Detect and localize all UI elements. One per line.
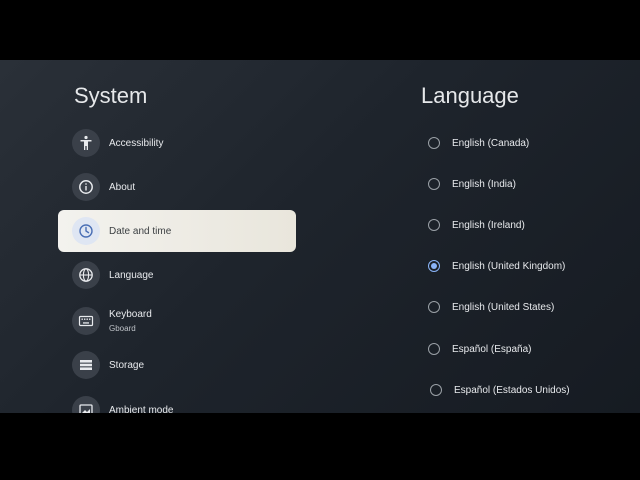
menu-item-label: Keyboard <box>109 309 152 320</box>
language-option[interactable]: English (Canada) <box>428 133 529 153</box>
menu-item-date-and-time[interactable]: Date and time <box>58 210 296 252</box>
language-option-label: English (India) <box>452 178 516 190</box>
menu-item-label: Date and time <box>109 225 172 237</box>
language-option-label: English (United Kingdom) <box>452 260 566 272</box>
radio-button[interactable] <box>430 384 442 396</box>
language-option-label: English (Canada) <box>452 137 530 149</box>
info-icon <box>72 173 100 201</box>
language-option[interactable]: Español (España) <box>428 339 532 359</box>
globe-icon <box>72 261 100 289</box>
language-option-label: English (United States) <box>452 301 555 313</box>
menu-item-keyboard[interactable]: Keyboard Gboard <box>58 300 296 342</box>
radio-button[interactable] <box>428 301 440 313</box>
menu-item-language[interactable]: Language <box>58 254 296 296</box>
menu-item-storage[interactable]: Storage <box>58 344 296 386</box>
language-option-selected[interactable]: English (United Kingdom) <box>428 256 565 276</box>
radio-button[interactable] <box>428 137 440 149</box>
ambient-mode-icon <box>72 396 100 413</box>
menu-item-label: Language <box>109 269 154 281</box>
language-option-label: English (Ireland) <box>452 219 525 231</box>
storage-icon <box>72 351 100 379</box>
radio-button[interactable] <box>428 219 440 231</box>
menu-item-about[interactable]: About <box>58 166 296 208</box>
radio-button[interactable] <box>428 343 440 355</box>
radio-button-checked[interactable] <box>428 260 440 272</box>
language-option-label: Español (España) <box>452 343 532 355</box>
keyboard-icon <box>72 307 100 335</box>
menu-item-label: Ambient mode <box>109 404 174 414</box>
menu-item-ambient-mode[interactable]: Ambient mode <box>58 389 296 413</box>
menu-item-label: Storage <box>109 359 145 371</box>
language-option[interactable]: English (United States) <box>428 297 554 317</box>
language-title: Language <box>421 83 519 108</box>
language-option[interactable]: Español (Estados Unidos) <box>430 380 570 400</box>
system-title: System <box>74 83 148 108</box>
menu-item-sublabel: Gboard <box>109 324 136 333</box>
tv-settings-screen: System Accessibility About Date and time… <box>0 60 640 413</box>
language-option[interactable]: English (India) <box>428 174 516 194</box>
language-option[interactable]: English (Ireland) <box>428 215 525 235</box>
menu-item-label: About <box>109 181 136 193</box>
accessibility-icon <box>72 129 100 157</box>
menu-item-accessibility[interactable]: Accessibility <box>58 122 296 164</box>
language-option-label: Español (Estados Unidos) <box>454 384 570 396</box>
menu-item-label: Accessibility <box>109 137 164 149</box>
clock-icon <box>72 217 100 245</box>
radio-button[interactable] <box>428 178 440 190</box>
